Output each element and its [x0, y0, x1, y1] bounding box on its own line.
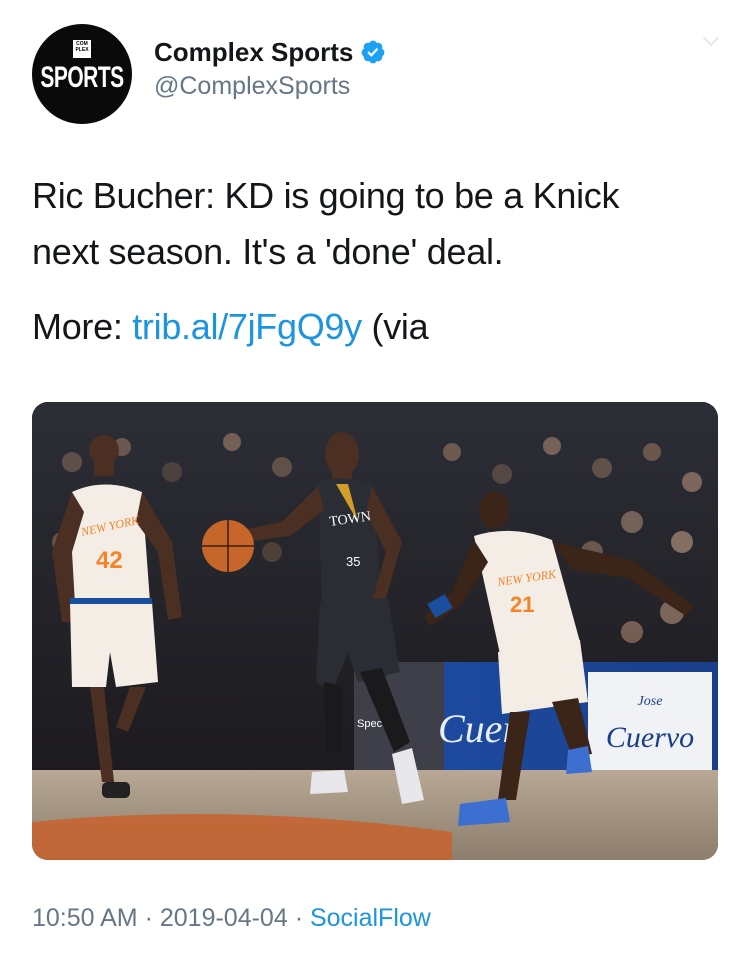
tweet-text-line: Ric Bucher: KD is going to be a Knick — [32, 175, 620, 216]
jersey-number-left: 42 — [96, 547, 123, 574]
avatar-logo-word: SPORTS — [40, 62, 124, 95]
ad-board-text-right-top: Jose — [638, 694, 663, 709]
more-line: More: trib.al/7jFgQ9y (via — [32, 299, 722, 355]
basketball-photo: Spectr Cuer Jose Cuervo NEW YORK 42 TOWN… — [32, 402, 718, 860]
user-handle[interactable]: @ComplexSports — [154, 72, 350, 101]
jersey-number-center: 35 — [346, 554, 360, 569]
tweet-time[interactable]: 10:50 AM — [32, 904, 138, 932]
avatar-logo-small: COM PLEX — [75, 41, 89, 53]
meta-separator: · — [137, 904, 160, 932]
avatar[interactable]: COM PLEX SPORTS — [32, 24, 132, 124]
ad-board-text-right-bottom: Cuervo — [606, 721, 694, 754]
more-suffix: (via — [361, 306, 429, 347]
jersey-number-right: 21 — [510, 592, 534, 617]
tweet-link[interactable]: trib.al/7jFgQ9y — [132, 306, 362, 347]
verified-badge-icon — [362, 40, 385, 64]
tweet-text: Ric Bucher: KD is going to be a Knick ne… — [32, 168, 722, 355]
meta-separator: · — [287, 904, 310, 932]
name-row: Complex Sports — [154, 34, 386, 70]
tweet-header: COM PLEX SPORTS Complex Sports @ComplexS… — [32, 24, 722, 124]
display-name[interactable]: Complex Sports — [154, 37, 353, 68]
tweet-meta: 10:50 AM · 2019-04-04 · SocialFlow — [32, 904, 431, 933]
tweet-date[interactable]: 2019-04-04 — [160, 904, 288, 932]
more-prefix: More: — [32, 306, 133, 347]
tweet-source-link[interactable]: SocialFlow — [310, 904, 431, 932]
chevron-down-icon[interactable] — [700, 30, 722, 52]
tweet-card: COM PLEX SPORTS Complex Sports @ComplexS… — [0, 0, 750, 962]
tweet-photo[interactable]: Spectr Cuer Jose Cuervo NEW YORK 42 TOWN… — [32, 402, 718, 860]
tweet-text-line: next season. It's a 'done' deal. — [32, 231, 504, 272]
